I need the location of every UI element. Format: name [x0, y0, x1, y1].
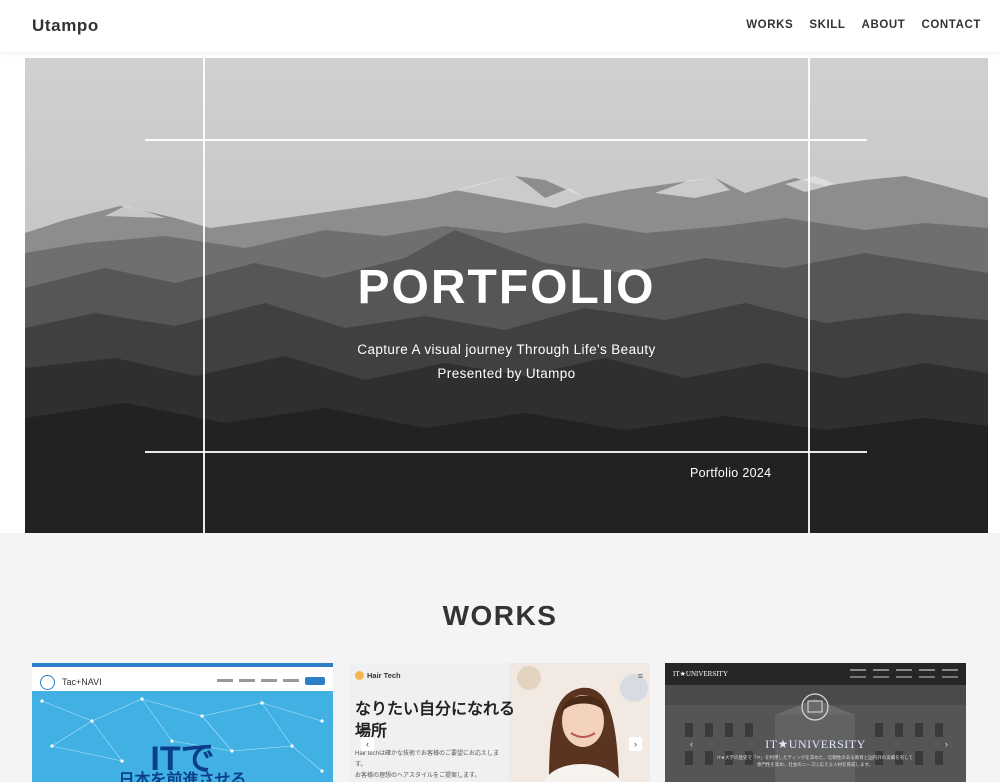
next-arrow-icon: ›	[629, 737, 642, 751]
catch-line-2: 場所	[355, 723, 388, 740]
work-card-tacnavi[interactable]: Tac+NAVI ITで 日本を前進させる	[32, 663, 333, 782]
model-photo	[509, 663, 650, 782]
hairtech-logo-icon	[355, 671, 364, 680]
description-line-1: Hair techは確かな技術でお客様のご要望にお応えします。	[355, 751, 500, 768]
card-catchphrase: なりたい自分になれる 場所	[355, 699, 515, 743]
card-site-header: Tac+NAVI	[32, 667, 333, 691]
card-headline: IT★UNIVERSITY	[765, 737, 866, 751]
site-header: Utampo WORKS SKILL ABOUT CONTACT	[0, 0, 1000, 52]
card-site-nav	[217, 677, 325, 685]
card-headline-2: 日本を前進させる	[118, 772, 247, 782]
nav-link-works[interactable]: WORKS	[746, 19, 793, 31]
prev-arrow-icon: ‹	[361, 737, 374, 751]
catch-line-1: なりたい自分になれる	[355, 701, 516, 718]
nav-link-skill[interactable]: SKILL	[809, 19, 845, 31]
card-brand: Hair Tech	[367, 671, 401, 680]
prev-arrow-icon: ‹	[690, 739, 693, 749]
nav-link-about[interactable]: ABOUT	[862, 19, 906, 31]
hero-subtitle-line1: Capture A visual journey Through Life's …	[357, 342, 656, 357]
description-line-2: お客様の理想のヘアスタイルをご提案します。	[355, 773, 481, 779]
work-card-hairtech[interactable]: Hair Tech ≡ なりたい自分になれる 場所 Hair techは確かな技…	[349, 663, 650, 782]
portfolio-year-label: Portfolio 2024	[690, 466, 772, 480]
card-brand: IT★UNIVERSITY	[673, 670, 728, 678]
card-description: IT★大学の歴史で「IT」を利用したティングを求めた、信頼性のある教育と国内外の…	[716, 755, 914, 767]
works-section-title: WORKS	[442, 600, 558, 631]
work-card-ituniversity[interactable]: IT★UNIVERSITY IT★UNIVERSITY IT★大学の歴史で「IT…	[665, 663, 966, 782]
next-arrow-icon: ›	[945, 739, 948, 749]
site-logo[interactable]: Utampo	[32, 16, 99, 36]
nav-link-contact[interactable]: CONTACT	[921, 19, 981, 31]
frame-line-bottom	[145, 451, 867, 453]
hero-section: PORTFOLIO Capture A visual journey Throu…	[0, 52, 1000, 533]
hero-title: PORTFOLIO	[357, 261, 656, 314]
hero-banner: PORTFOLIO Capture A visual journey Throu…	[25, 58, 988, 533]
card-site-nav	[850, 669, 958, 678]
globe-icon	[40, 675, 55, 690]
card-brand: Tac+NAVI	[62, 677, 102, 687]
card-description: Hair techは確かな技術でお客様のご要望にお応えします。 お客様の理想のヘ…	[355, 749, 505, 782]
frame-line-top	[145, 139, 867, 141]
main-nav: WORKS SKILL ABOUT CONTACT	[746, 19, 981, 31]
hero-subtitle-line2: Presented by Utampo	[437, 366, 576, 381]
hamburger-menu-icon: ≡	[637, 671, 643, 681]
card-site-header: IT★UNIVERSITY	[665, 663, 966, 685]
